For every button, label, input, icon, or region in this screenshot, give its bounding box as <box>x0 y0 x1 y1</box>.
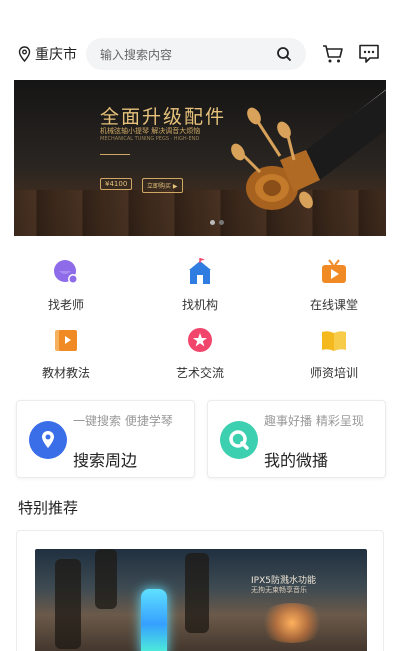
category-find-teacher[interactable]: 找老师 <box>16 258 116 313</box>
banner-small-text: MECHANICAL TUNING PEGS · HIGH-END <box>100 136 200 142</box>
banner-buy-button[interactable]: 立即购买 ▶ <box>142 178 183 193</box>
online-class-icon <box>322 259 346 283</box>
category-textbook[interactable]: 教材教法 <box>16 326 116 381</box>
search-icon[interactable] <box>276 46 292 62</box>
category-label: 在线课堂 <box>309 298 358 312</box>
speaker-product <box>141 589 167 651</box>
location-label: 重庆市 <box>35 47 77 63</box>
banner-dot[interactable] <box>219 220 224 225</box>
category-label: 教材教法 <box>41 366 90 380</box>
category-label: 师资培训 <box>309 366 358 380</box>
photo-figure <box>95 549 117 609</box>
category-label: 艺术交流 <box>175 366 224 380</box>
photo-figure <box>185 553 209 633</box>
search-placeholder: 输入搜索内容 <box>100 48 173 62</box>
promo-banner[interactable]: 全面升级配件 机械弦轴小提琴 解决调音大烦恼 MECHANICAL TUNING… <box>14 80 386 236</box>
category-teacher-training[interactable]: 师资培训 <box>284 326 384 381</box>
campfire-glow <box>257 603 327 643</box>
banner-price: ¥4100 <box>100 178 133 190</box>
cart-icon[interactable] <box>322 43 344 65</box>
location-pin-icon <box>29 421 67 459</box>
training-icon <box>322 331 346 351</box>
top-bar: 重庆市 输入搜索内容 <box>0 36 400 72</box>
category-label: 找老师 <box>47 298 84 312</box>
feature-card-search-nearby[interactable]: 一键搜索 便捷学琴 搜索周边 <box>16 400 195 478</box>
micro-broadcast-icon <box>220 421 258 459</box>
category-label: 找机构 <box>181 298 218 312</box>
feature-title: 搜索周边 <box>73 451 138 470</box>
location-pin-icon <box>18 46 31 62</box>
section-title-recommend: 特别推荐 <box>18 499 79 517</box>
recommend-card[interactable]: IPX5防溅水功能 无拘无束畅享音乐 <box>16 530 384 651</box>
feature-card-micro-broadcast[interactable]: 趣事好播 精彩呈现 我的微播 <box>207 400 386 478</box>
violin-scroll-image <box>231 89 386 210</box>
category-find-institution[interactable]: 找机构 <box>150 258 250 313</box>
feature-subtitle: 一键搜索 便捷学琴 <box>73 414 173 428</box>
location-selector[interactable]: 重庆市 <box>18 44 77 64</box>
recommend-image: IPX5防溅水功能 无拘无束畅享音乐 <box>35 549 367 651</box>
feature-subtitle: 趣事好播 精彩呈现 <box>264 414 364 428</box>
teacher-icon <box>54 260 78 284</box>
art-exchange-icon <box>188 328 212 352</box>
category-online-class[interactable]: 在线课堂 <box>284 258 384 313</box>
image-caption: 无拘无束畅享音乐 <box>251 586 307 594</box>
banner-headline: 全面升级配件 <box>100 106 227 128</box>
institution-icon <box>189 258 211 284</box>
message-icon[interactable] <box>358 43 380 65</box>
search-bar[interactable]: 输入搜索内容 <box>86 38 306 70</box>
feature-title: 我的微播 <box>264 451 329 470</box>
banner-divider <box>100 154 130 155</box>
banner-subline: 机械弦轴小提琴 解决调音大烦恼 <box>100 127 201 135</box>
photo-figure <box>55 559 81 649</box>
banner-pagination <box>210 220 224 225</box>
banner-dot[interactable] <box>210 220 215 225</box>
category-art-exchange[interactable]: 艺术交流 <box>150 326 250 381</box>
textbook-icon <box>55 330 77 351</box>
